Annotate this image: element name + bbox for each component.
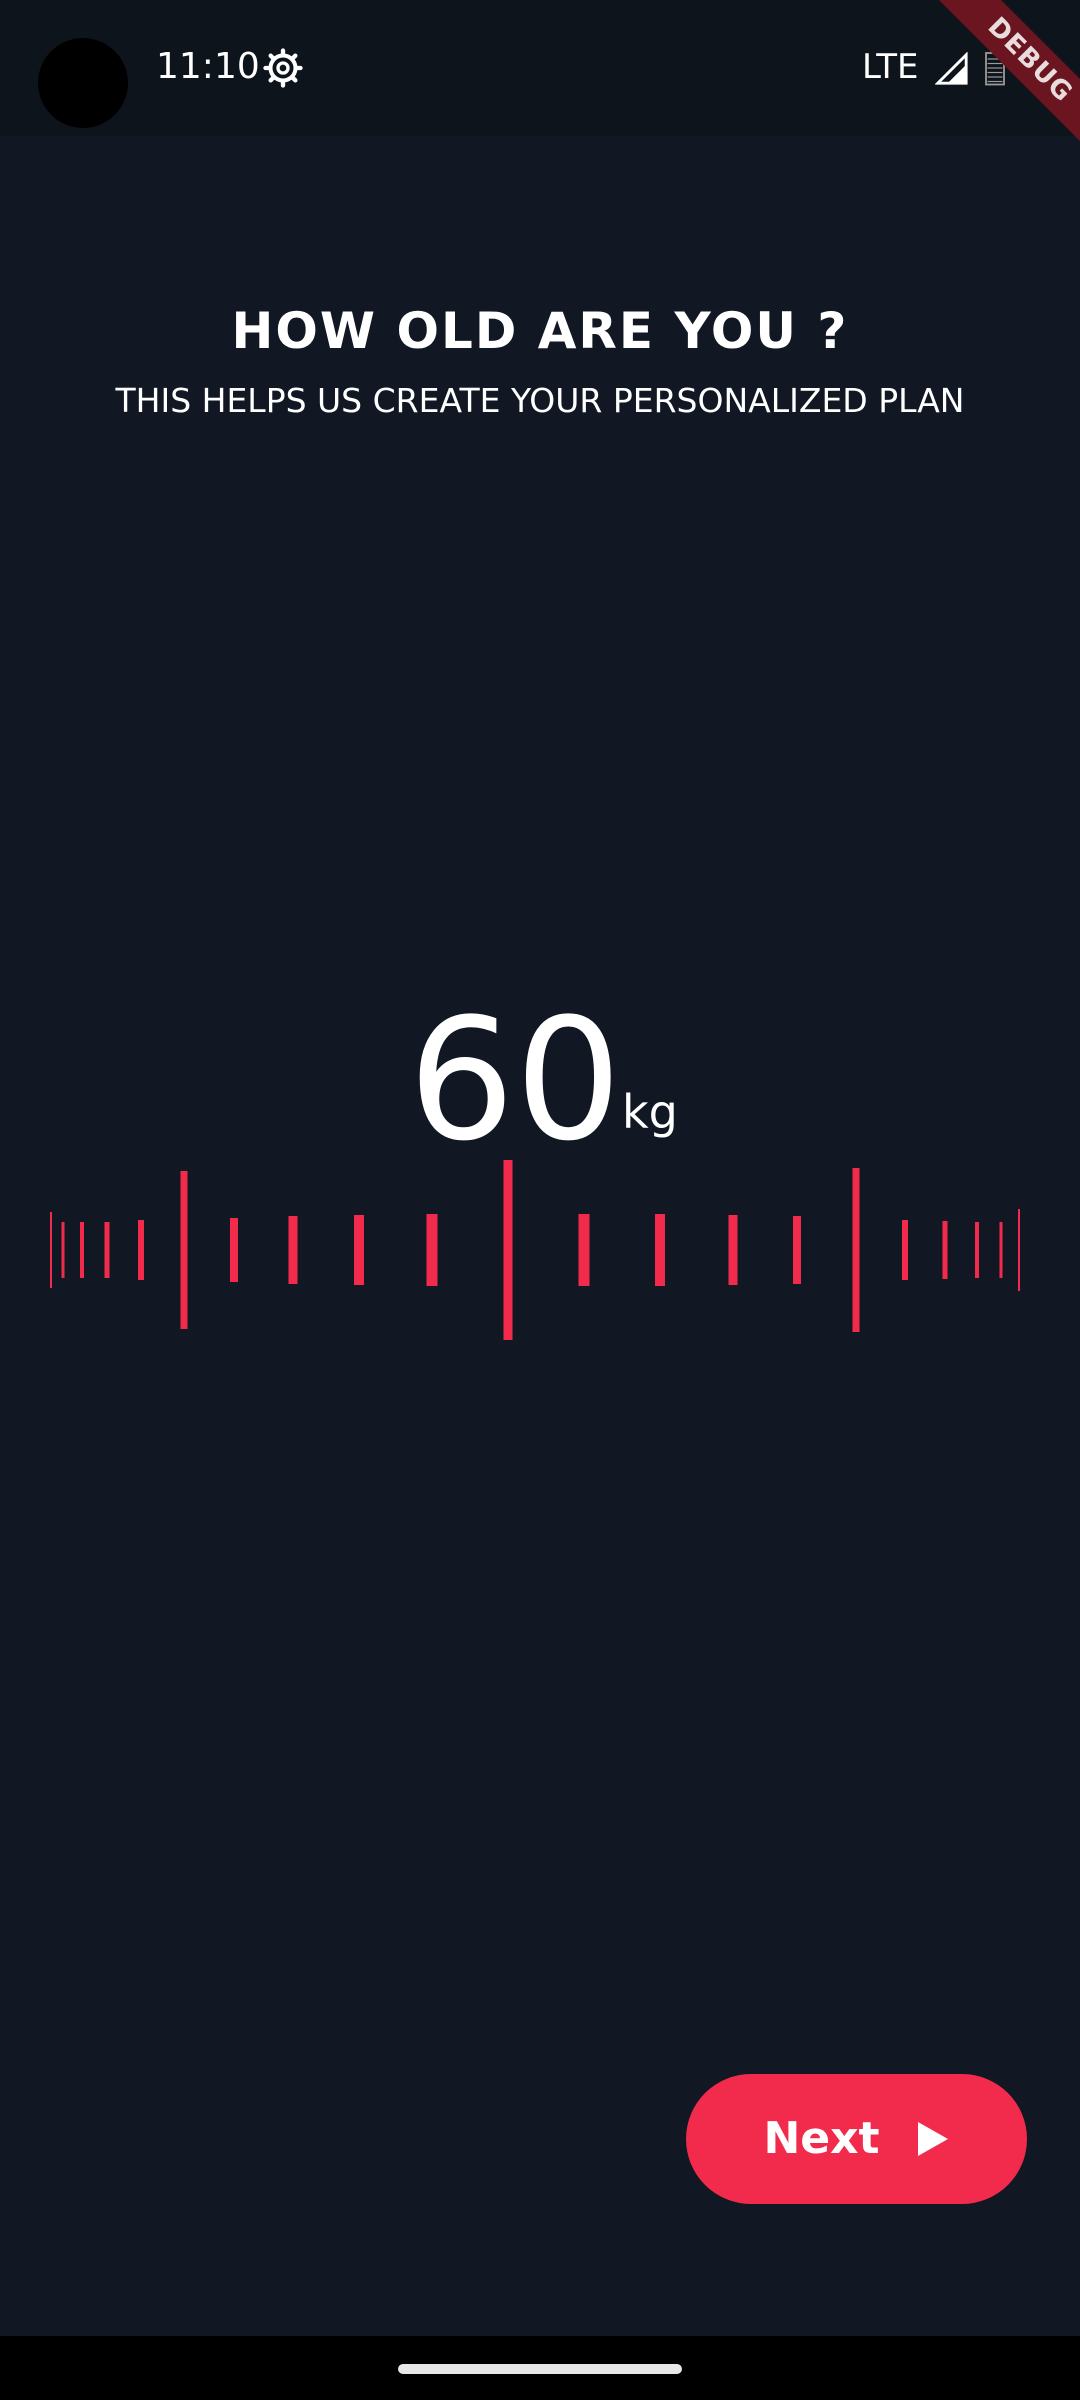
ruler-tick — [1018, 1209, 1020, 1291]
ruler-tick — [288, 1216, 298, 1284]
ruler-tick — [999, 1222, 1003, 1278]
next-button[interactable]: Next — [686, 2074, 1027, 2204]
status-bar: 11:10 LTE — [0, 0, 1080, 136]
ruler-tick — [852, 1168, 860, 1332]
page-subtitle: THIS HELPS US CREATE YOUR PERSONALIZED P… — [115, 381, 965, 420]
settings-gear-icon — [263, 48, 303, 88]
ruler-tick — [793, 1216, 801, 1284]
ruler-tick — [80, 1222, 84, 1278]
ruler-tick — [50, 1212, 52, 1288]
camera-cutout — [38, 38, 128, 128]
ruler-tick — [503, 1160, 513, 1340]
ruler-tick — [655, 1214, 665, 1286]
ruler-tick — [975, 1222, 979, 1278]
ruler-tick — [728, 1215, 738, 1285]
ruler-tick — [104, 1222, 110, 1278]
screen: 11:10 LTE DEBUG HOW OLD ARE YOU ? THIS H… — [0, 0, 1080, 2400]
weight-ruler-picker[interactable] — [0, 1150, 1080, 1350]
ruler-tick — [61, 1222, 65, 1278]
cell-signal-icon — [935, 52, 968, 85]
ruler-tick — [230, 1218, 238, 1282]
status-time: 11:10 — [156, 46, 260, 87]
ruler-tick — [942, 1221, 948, 1279]
ruler-tick — [902, 1220, 908, 1280]
ruler-tick — [354, 1215, 364, 1285]
ruler-tick — [180, 1171, 188, 1329]
page-title: HOW OLD ARE YOU ? — [231, 302, 849, 360]
selected-value-display: 60 kg — [0, 990, 1080, 1170]
play-arrow-icon — [917, 2122, 948, 2156]
ruler-tick — [578, 1214, 590, 1286]
next-button-label: Next — [763, 2113, 880, 2164]
ruler-tick — [426, 1214, 438, 1286]
home-indicator[interactable] — [398, 2364, 682, 2374]
selected-value: 60 — [408, 982, 622, 1178]
ruler-tick — [138, 1220, 144, 1280]
network-type-label: LTE — [862, 47, 919, 87]
value-unit: kg — [622, 1085, 678, 1139]
